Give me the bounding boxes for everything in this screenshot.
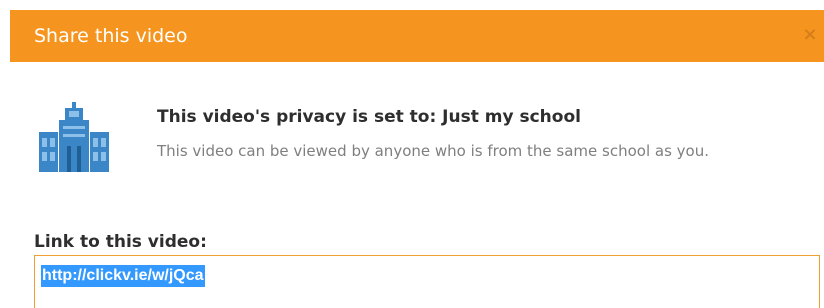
video-link-text[interactable]: http://clickv.ie/w/jQca: [41, 265, 205, 287]
share-video-dialog: Share this video × This video's privacy …: [10, 10, 824, 308]
privacy-description: This video can be viewed by anyone who i…: [157, 142, 709, 160]
privacy-title: This video's privacy is set to: Just my …: [157, 107, 581, 127]
close-button[interactable]: ×: [800, 24, 820, 46]
link-label: Link to this video:: [34, 232, 207, 252]
video-link-field[interactable]: http://clickv.ie/w/jQca: [34, 255, 820, 308]
dialog-header: Share this video ×: [10, 10, 824, 62]
school-building-icon: [39, 102, 109, 172]
dialog-title: Share this video: [34, 25, 188, 47]
